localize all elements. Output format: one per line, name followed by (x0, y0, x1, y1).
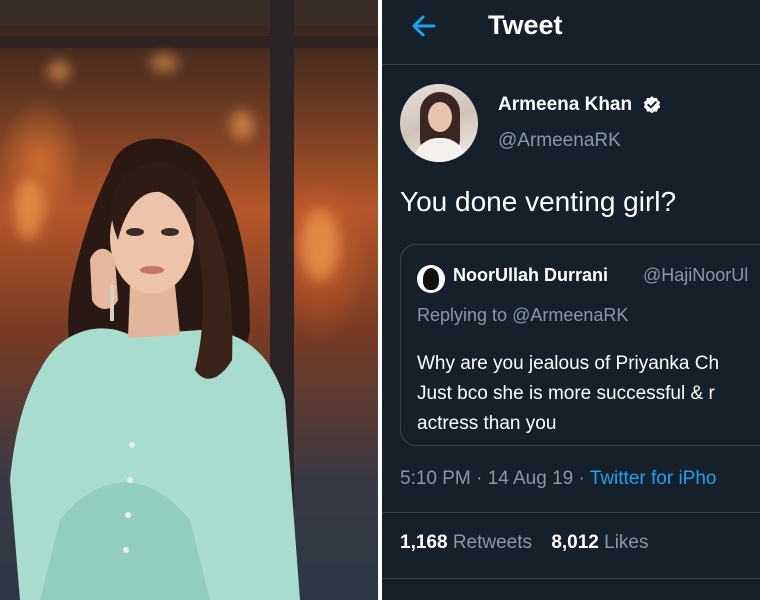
replying-handle[interactable]: @ArmeenaRK (512, 305, 628, 325)
verified-badge-icon (643, 96, 661, 114)
tweet-timestamp: 5:10 PM · 14 Aug 19 · (400, 468, 585, 489)
header-divider (382, 64, 760, 65)
tweet-source-link[interactable]: Twitter for iPho (590, 468, 717, 489)
tweet-stats: 1,168 Retweets 8,012 Likes (400, 532, 649, 554)
retweets-count[interactable]: 1,168 (400, 532, 448, 553)
quoted-text-line: Why are you jealous of Priyanka Ch (417, 353, 720, 374)
quoted-author-name: NoorUllah Durrani (453, 265, 609, 285)
author-name[interactable]: Armeena Khan (498, 94, 632, 116)
quoted-avatar[interactable] (417, 265, 445, 293)
tweet-meta: 5:10 PM · 14 Aug 19 · Twitter for iPho (400, 468, 717, 490)
avatar[interactable] (400, 84, 478, 162)
quoted-text: Why are you jealous of Priyanka Ch Just … (417, 349, 760, 439)
stats-divider (382, 578, 760, 579)
likes-label[interactable]: Likes (604, 532, 648, 553)
tweet-text: You done venting girl? (400, 186, 677, 217)
author-handle[interactable]: @ArmeenaRK (498, 130, 621, 152)
replying-prefix: Replying to (417, 305, 508, 325)
tweet-panel: Tweet Armeena Khan @ArmeenaRK You done v… (382, 0, 760, 600)
retweets-label[interactable]: Retweets (453, 532, 532, 553)
tweet-header: Tweet (382, 0, 760, 54)
back-arrow-icon[interactable] (408, 10, 440, 42)
likes-count[interactable]: 8,012 (551, 532, 599, 553)
profile-photo (0, 0, 378, 600)
quoted-author-handle: @HajiNoorUl (643, 265, 749, 285)
quoted-text-line: Just bco she is more successful & r (417, 383, 715, 404)
woman-portrait (10, 138, 300, 600)
meta-divider (382, 512, 760, 513)
quoted-tweet[interactable]: NoorUllah Durrani @HajiNoorUl Replying t… (400, 244, 760, 446)
header-title: Tweet (488, 10, 563, 40)
quoted-text-line: actress than you (417, 413, 557, 434)
replying-to: Replying to @ArmeenaRK (417, 305, 628, 326)
